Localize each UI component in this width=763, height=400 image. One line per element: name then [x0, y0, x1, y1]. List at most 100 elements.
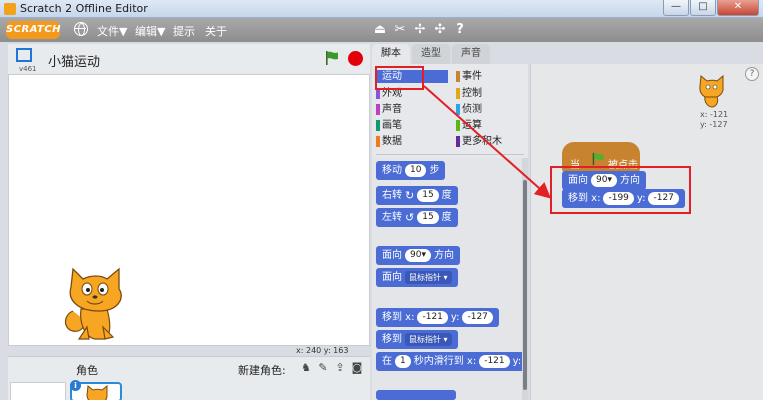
category-sound[interactable]: 声音 [376, 103, 402, 116]
close-button[interactable]: ✕ [717, 0, 759, 16]
block-goto[interactable]: 移到 鼠标指针 ▾ [376, 330, 458, 349]
sprites-label: 角色 [76, 364, 98, 377]
block-input[interactable]: 1 [395, 355, 411, 368]
block-turn-right[interactable]: 右转 ↻ 15 度 [376, 186, 458, 205]
block-text: 移到 x: [382, 312, 415, 323]
green-flag-icon[interactable] [324, 50, 340, 66]
menu-file[interactable]: 文件▼ [97, 23, 127, 39]
palette-divider [376, 154, 524, 155]
menu-bar: SCRATCH 文件▼ 编辑▼ 提示 关于 ⏏ ✂ ✢ ✣ ? [0, 18, 763, 42]
window-titlebar: Scratch 2 Offline Editor — □ ✕ [0, 0, 763, 18]
rotate-counterclockwise-icon: ↺ [405, 211, 415, 224]
category-control[interactable]: 控制 [456, 87, 482, 100]
block-text: 面向 [382, 272, 402, 283]
block-list: 移动 10 步 右转 ↻ 15 度 左转 ↺ 15 度 面向 90▾ 方向 面向… [372, 158, 522, 400]
mouse-coordinates: x: 240 y: 163 [296, 346, 349, 355]
scratch-logo[interactable]: SCRATCH [6, 21, 61, 39]
category-events[interactable]: 事件 [456, 70, 482, 83]
copy-icon[interactable]: ⏏ [372, 22, 388, 38]
help-icon[interactable]: ? [745, 67, 759, 81]
menu-tips[interactable]: 提示 [173, 23, 195, 39]
block-point-direction[interactable]: 面向 90▾ 方向 [376, 246, 460, 265]
help-icon[interactable]: ? [452, 22, 468, 38]
sprite-y: y: -127 [700, 120, 728, 129]
block-partial[interactable] [376, 390, 456, 400]
block-text: y: [512, 356, 522, 367]
version-label: v461 [19, 65, 37, 73]
sprite-panel: 角色 新建角色: ♞ ✎ ⇪ ◙ i [8, 356, 370, 400]
block-text: 方向 [433, 250, 454, 261]
block-text: 移到 [382, 334, 402, 345]
menu-about[interactable]: 关于 [205, 23, 227, 39]
block-text: 度 [441, 212, 452, 223]
cat-thumbnail-icon [86, 385, 108, 400]
annotation-box-motion [375, 66, 424, 90]
annotation-box-script [550, 166, 691, 214]
block-text: 度 [441, 190, 452, 201]
block-input[interactable]: 15 [417, 189, 439, 202]
tab-costumes[interactable]: 造型 [412, 44, 450, 64]
stage-thumbnail[interactable] [10, 382, 66, 400]
sprite-library-icon[interactable]: ♞ [300, 361, 312, 374]
new-sprite-buttons: ♞ ✎ ⇪ ◙ [300, 361, 363, 374]
block-dropdown[interactable]: 鼠标指针 ▾ [405, 271, 452, 284]
block-text: 左转 [382, 212, 402, 223]
camera-icon[interactable]: ◙ [351, 361, 363, 374]
block-point-towards[interactable]: 面向 鼠标指针 ▾ [376, 268, 458, 287]
presentation-mode-icon[interactable] [16, 48, 32, 62]
block-text: y: [450, 312, 460, 323]
grow-icon[interactable]: ✢ [412, 22, 428, 38]
block-dropdown[interactable]: 90▾ [405, 249, 431, 262]
block-text: 步 [429, 165, 440, 176]
block-text: 右转 [382, 190, 402, 201]
block-input[interactable]: 10 [405, 164, 427, 177]
block-glide[interactable]: 在 1 秒内滑行到 x: -121 y: [376, 352, 522, 371]
block-input[interactable]: -121 [417, 311, 448, 324]
block-dropdown[interactable]: 鼠标指针 ▾ [405, 333, 452, 346]
menu-edit[interactable]: 编辑▼ [135, 23, 165, 39]
rotate-clockwise-icon: ↻ [405, 189, 415, 202]
category-sensing[interactable]: 侦测 [456, 103, 482, 116]
shrink-icon[interactable]: ✣ [432, 22, 448, 38]
cat-sprite[interactable] [61, 265, 131, 343]
stage-header: v461 小猫运动 [8, 44, 370, 74]
category-operators[interactable]: 运算 [456, 119, 482, 132]
category-more-blocks[interactable]: 更多积木 [456, 135, 502, 148]
info-icon[interactable]: i [70, 380, 81, 391]
block-turn-left[interactable]: 左转 ↺ 15 度 [376, 208, 458, 227]
block-move-steps[interactable]: 移动 10 步 [376, 161, 446, 180]
block-goto-xy[interactable]: 移到 x: -121 y: -127 [376, 308, 499, 327]
stop-button[interactable] [348, 51, 363, 66]
window-controls: — □ ✕ [662, 0, 759, 17]
new-sprite-label: 新建角色: [238, 364, 286, 377]
block-input[interactable]: -121 [479, 355, 510, 368]
tab-scripts[interactable]: 脚本 [372, 44, 410, 64]
block-text: 秒内滑行到 x: [413, 356, 477, 367]
green-flag-icon [592, 152, 604, 166]
block-input[interactable]: -127 [462, 311, 493, 324]
sprite-x: x: -121 [700, 110, 729, 119]
block-text: 移动 [382, 165, 402, 176]
app-icon [4, 3, 16, 15]
sprite-preview-icon [699, 74, 724, 108]
upload-sprite-icon[interactable]: ⇪ [334, 361, 346, 374]
category-pen[interactable]: 画笔 [376, 119, 402, 132]
maximize-button[interactable]: □ [690, 0, 716, 16]
category-data[interactable]: 数据 [376, 135, 402, 148]
minimize-button[interactable]: — [663, 0, 689, 16]
block-input[interactable]: 15 [417, 211, 439, 224]
cut-icon[interactable]: ✂ [392, 22, 408, 38]
paint-sprite-icon[interactable]: ✎ [317, 361, 329, 374]
editor-tabs: 脚本 造型 声音 [372, 44, 492, 64]
sprite-coordinates: x: -121 y: -127 [700, 110, 728, 130]
toolbar-icons: ⏏ ✂ ✢ ✣ ? [372, 22, 468, 38]
language-globe-icon[interactable] [74, 22, 88, 36]
tab-sounds[interactable]: 声音 [452, 44, 490, 64]
block-palette: 运动 事件 外观 控制 声音 侦测 画笔 运算 数据 更多积木 移动 10 步 … [372, 64, 528, 400]
palette-scrollbar[interactable] [522, 158, 528, 400]
project-title[interactable]: 小猫运动 [48, 51, 100, 70]
window-title: Scratch 2 Offline Editor [20, 2, 148, 15]
block-text: 面向 [382, 250, 402, 261]
block-text: 在 [382, 356, 392, 367]
stage-canvas[interactable] [8, 74, 370, 346]
